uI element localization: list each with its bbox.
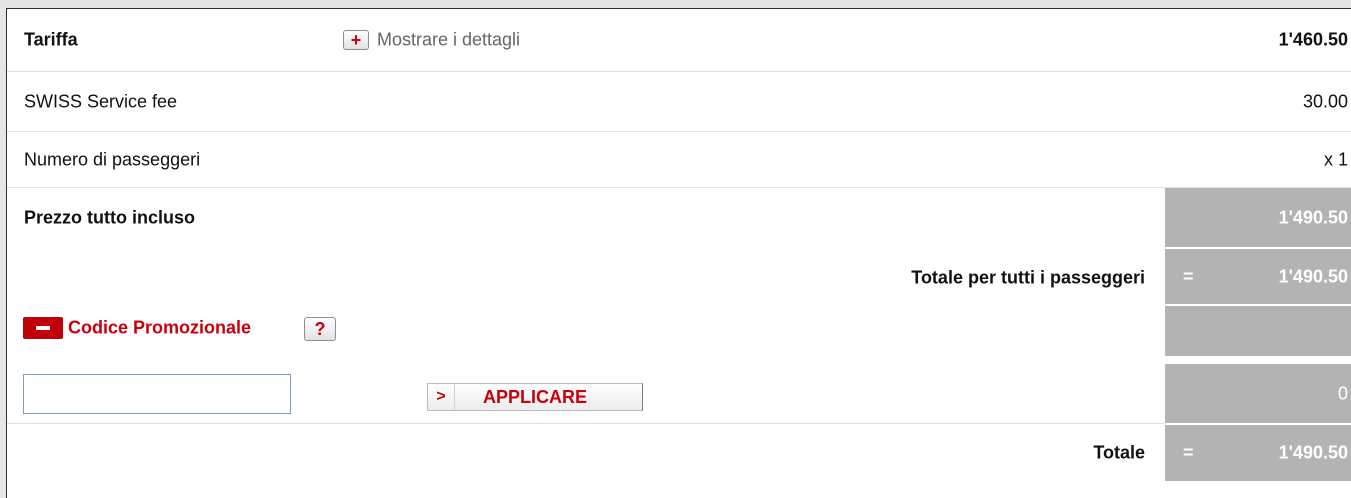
total-all-passengers-cell: = 1'490.50 bbox=[1165, 249, 1351, 306]
fare-value: 1'460.50 bbox=[1278, 29, 1348, 50]
promo-discount-value: 0 bbox=[1337, 383, 1348, 403]
grand-total-value: 1'490.50 bbox=[1278, 442, 1348, 463]
chevron-right-icon: > bbox=[428, 384, 455, 410]
fare-label: Tariffa bbox=[24, 29, 78, 50]
minus-icon bbox=[36, 326, 50, 330]
service-fee-label: SWISS Service fee bbox=[24, 91, 178, 111]
passengers-row: Numero di passeggeri x 1 bbox=[7, 132, 1351, 188]
apply-button-label: APPLICARE bbox=[483, 386, 588, 407]
total-all-passengers-label: Totale per tutti i passeggeri bbox=[911, 267, 1145, 287]
promo-discount-cell: 0 bbox=[1165, 364, 1351, 423]
question-icon: ? bbox=[314, 318, 326, 339]
service-fee-row: SWISS Service fee 30.00 bbox=[7, 72, 1351, 132]
service-fee-value: 30.00 bbox=[1302, 91, 1348, 111]
collapse-promo-button[interactable] bbox=[23, 317, 63, 339]
show-details-link[interactable]: Mostrare i dettagli bbox=[377, 30, 520, 51]
plus-icon: + bbox=[350, 30, 362, 50]
total-all-passengers-row: Totale per tutti i passeggeri = 1'490.50 bbox=[7, 249, 1351, 306]
divider bbox=[7, 423, 1165, 424]
passengers-value: x 1 bbox=[1323, 149, 1348, 169]
promo-code-input[interactable] bbox=[23, 374, 291, 414]
promo-empty-cell bbox=[1165, 306, 1351, 360]
grand-total-label: Totale bbox=[1093, 442, 1145, 463]
expand-details-button[interactable]: + bbox=[343, 30, 369, 50]
apply-button[interactable]: > APPLICARE bbox=[427, 383, 643, 411]
all-inclusive-row: Prezzo tutto incluso 1'490.50 bbox=[7, 188, 1351, 248]
all-inclusive-value: 1'490.50 bbox=[1278, 207, 1348, 227]
equals-sign: = bbox=[1183, 442, 1194, 463]
price-summary-panel: Tariffa + Mostrare i dettagli 1'460.50 S… bbox=[6, 8, 1351, 498]
passengers-label: Numero di passeggeri bbox=[24, 149, 201, 169]
grand-total-row: Totale = 1'490.50 bbox=[7, 425, 1351, 481]
total-all-passengers-value: 1'490.50 bbox=[1278, 266, 1348, 286]
equals-sign: = bbox=[1183, 266, 1194, 286]
fare-row: Tariffa + Mostrare i dettagli 1'460.50 bbox=[7, 9, 1351, 72]
promo-code-label[interactable]: Codice Promozionale bbox=[68, 318, 251, 339]
promo-help-button[interactable]: ? bbox=[304, 317, 336, 341]
all-inclusive-label: Prezzo tutto incluso bbox=[24, 207, 195, 227]
grand-total-cell: = 1'490.50 bbox=[1165, 425, 1351, 481]
all-inclusive-cell: 1'490.50 bbox=[1165, 188, 1351, 247]
